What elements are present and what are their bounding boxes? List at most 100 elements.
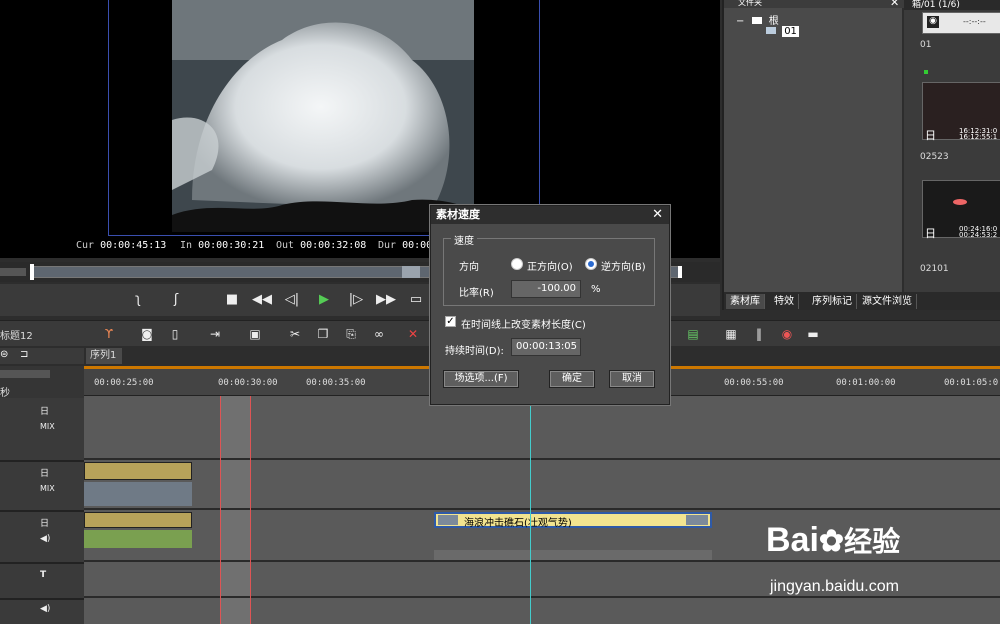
new-file-icon[interactable]: ▯ [166, 325, 184, 343]
cancel-button[interactable]: 取消 [609, 370, 655, 388]
project-title: 标题12 [0, 331, 33, 342]
duration-input[interactable]: 00:00:13:05 [511, 338, 581, 356]
selected-clip-audio[interactable] [434, 550, 712, 560]
clip-audio[interactable] [84, 530, 192, 548]
sync-icon[interactable]: ⊐ [20, 349, 28, 360]
film-icon: 日 [925, 227, 936, 240]
out-timecode: Out 00:00:32:08 [276, 240, 367, 251]
render-icon[interactable]: ▤ [684, 325, 702, 343]
track-header-2[interactable]: 日 MIX [0, 462, 84, 512]
rewind-icon[interactable]: ◀◀ [252, 290, 272, 310]
play-icon[interactable]: ▶ [314, 290, 334, 310]
sequence-tab[interactable]: 序列1 [86, 348, 122, 364]
field-options-button[interactable]: 场选项...(F) [443, 370, 519, 388]
zoom-slider[interactable] [0, 370, 50, 378]
tab-sequence-markers[interactable]: 序列标记 [808, 294, 857, 309]
film-icon: 日 [925, 129, 936, 142]
stop-icon[interactable]: ■ [222, 290, 242, 310]
camera-icon[interactable]: ◙ [138, 325, 156, 343]
tab-source-browser[interactable]: 源文件浏览 [858, 294, 917, 309]
clip-mix[interactable] [84, 482, 192, 506]
folder-item-01[interactable]: 01 [766, 26, 799, 37]
reverse-label[interactable]: 逆方向(B) [601, 258, 646, 273]
fast-forward-icon[interactable]: ▶▶ [376, 290, 396, 310]
forward-radio[interactable] [511, 258, 523, 270]
rate-input[interactable]: -100.00 [511, 280, 581, 298]
step-forward-icon[interactable]: |▷ [346, 290, 366, 310]
selected-clip[interactable]: 海浪冲击礁石(壮观气势) [434, 512, 712, 529]
in-timecode: In 00:00:30:21 [180, 240, 265, 251]
track-header-1[interactable]: 日 MIX [0, 398, 84, 462]
edit-icon[interactable]: ϒ [100, 325, 118, 343]
change-length-checkbox[interactable]: ✓ [445, 316, 456, 327]
close-icon[interactable]: ✕ [652, 207, 663, 222]
record-icon[interactable]: ◉ [778, 325, 796, 343]
cut-icon[interactable]: ✂ [286, 325, 304, 343]
ok-button[interactable]: 确定 [549, 370, 595, 388]
out-line [250, 396, 251, 624]
playhead-line[interactable] [530, 396, 531, 624]
speed-group-label: 速度 [451, 232, 477, 247]
reverse-radio[interactable] [585, 258, 597, 270]
collapse-icon[interactable]: − [736, 16, 744, 27]
track-header-audio[interactable]: ◀) [0, 600, 84, 624]
bin-clip-01[interactable]: ◉ --:--:-- [922, 12, 1000, 34]
copy-icon[interactable]: ❐ [314, 325, 332, 343]
link-toggle-icon[interactable]: ⊜ [0, 349, 8, 360]
folder-panel-title: 文件夹 [738, 0, 762, 7]
change-length-label[interactable]: 在时间线上改变素材长度(C) [461, 316, 586, 331]
import-icon[interactable]: ⇥ [206, 325, 224, 343]
delete-icon[interactable]: ✕ [404, 325, 422, 343]
header-controls: ⊜ ⊐ [0, 348, 84, 364]
link-icon[interactable]: ∞ [370, 325, 388, 343]
grid-icon[interactable]: ▦ [722, 325, 740, 343]
layout-icon[interactable]: ▬ [804, 325, 822, 343]
folder-root[interactable]: − 根 [736, 12, 779, 27]
folder-icon [751, 17, 762, 24]
track-1[interactable] [84, 396, 1000, 460]
video-frame [172, 0, 474, 232]
spark [953, 199, 967, 205]
folder-panel-header: 文件夹 ✕ [724, 0, 904, 9]
clip-video[interactable] [84, 512, 192, 528]
ruler-tick: 00:00:55:00 [724, 378, 784, 388]
track-header-column: ⊜ ⊐ 秒 日 MIX 日 MIX 日 ◀) T ◀) [0, 348, 84, 624]
ruler-tick: 00:01:05:0 [944, 378, 999, 388]
bin-clip-02523[interactable]: 日 16:12:31:0 16:12:55:1 [922, 82, 1000, 142]
status-dot [924, 70, 928, 74]
video-icon: 日 [40, 407, 50, 417]
bin-panel: 箱/01 (1/6) ◉ --:--:-- 01 日 16:12:31:0 16… [904, 0, 1000, 310]
track-2[interactable] [84, 460, 1000, 510]
dur-timecode: Dur 00:00 [378, 240, 433, 251]
mark-out-icon[interactable]: ʃ [166, 290, 186, 310]
camera-icon: ◉ [927, 16, 939, 28]
clip-speed-dialog: 素材速度 ✕ 速度 方向 正方向(O) 逆方向(B) 比率(R) -100.00… [430, 205, 670, 405]
forward-label[interactable]: 正方向(O) [527, 258, 573, 273]
close-icon[interactable]: ✕ [890, 0, 899, 9]
scrub-handle[interactable] [30, 264, 34, 280]
track-header-3[interactable]: 日 ◀) [0, 512, 84, 564]
loop-icon[interactable]: ▭ [406, 290, 426, 310]
speaker-icon: ◀) [40, 534, 51, 544]
save-icon[interactable]: ▣ [246, 325, 264, 343]
bin-clip-label: 02101 [920, 264, 949, 274]
mixer-icon[interactable]: ‖ [750, 325, 768, 343]
ruler-tick: 00:01:00:00 [836, 378, 896, 388]
scrub-end-marker [678, 266, 682, 278]
step-back-icon[interactable]: ◁| [282, 290, 302, 310]
bin-clip-02101[interactable]: 日 00:24:16:0 00:24:53:2 [922, 180, 1000, 240]
dialog-title: 素材速度 [431, 206, 669, 224]
mark-in-icon[interactable]: ʅ [128, 290, 148, 310]
clip-video[interactable] [84, 462, 192, 480]
clip-thumb-out [686, 515, 708, 525]
unit-label: 秒 [0, 388, 10, 399]
ruler-tick: 00:00:25:00 [94, 378, 154, 388]
track-header-title[interactable]: T [0, 564, 84, 600]
speaker-icon: ◀) [40, 604, 51, 614]
direction-label: 方向 [459, 262, 479, 273]
folder-panel: 文件夹 ✕ − 根 01 [722, 0, 904, 310]
watermark-url: jingyan.baidu.com [770, 578, 899, 595]
tab-library[interactable]: 素材库 [726, 294, 765, 309]
tab-effects[interactable]: 特效 [770, 294, 799, 309]
paste-icon[interactable]: ⎘ [342, 325, 360, 343]
